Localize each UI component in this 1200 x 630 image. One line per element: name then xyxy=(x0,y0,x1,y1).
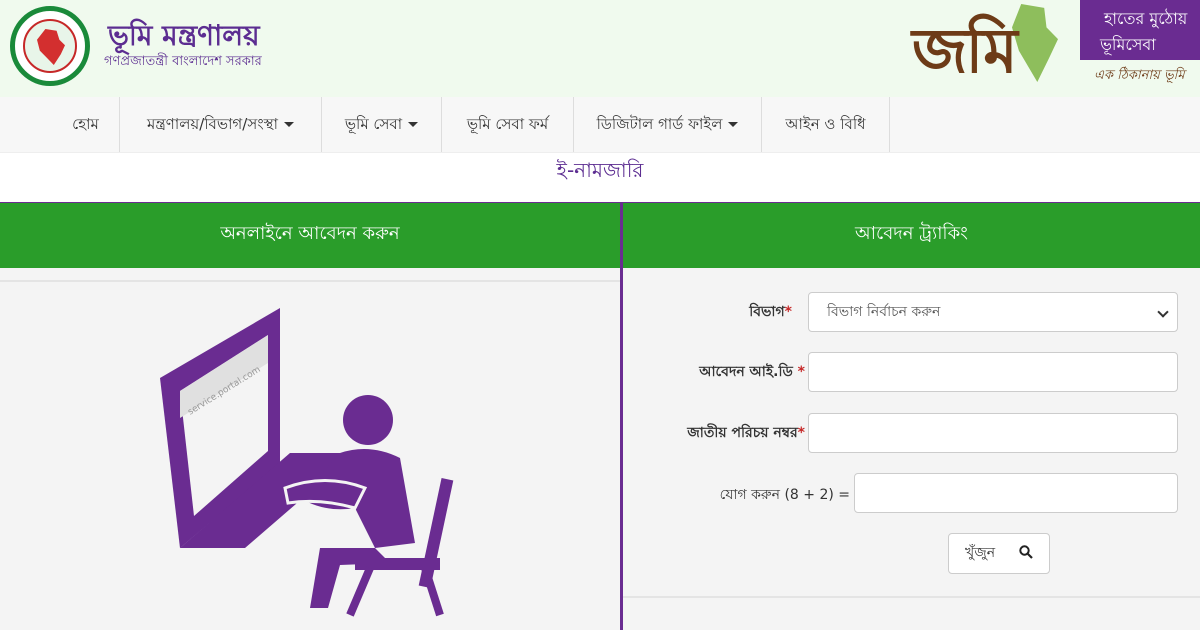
nav-item-law-rules[interactable]: আইন ও বিধি xyxy=(761,97,890,152)
person-at-computer-illustration[interactable]: service.portal.com xyxy=(150,303,470,623)
bangladesh-map-icon xyxy=(37,29,65,65)
division-select[interactable]: বিভাগ নির্বাচন করুন xyxy=(808,292,1178,332)
nav-item-label: ডিজিটাল গার্ড ফাইল xyxy=(596,115,723,133)
division-label: বিভাগ* xyxy=(749,304,792,320)
main-nav: হোম মন্ত্রণালয়/বিভাগ/সংস্থা ভূমি সেবা ভ… xyxy=(0,97,1200,152)
captcha-input[interactable] xyxy=(854,473,1178,513)
nav-item-ministry[interactable]: মন্ত্রণালয়/বিভাগ/সংস্থা xyxy=(119,97,321,152)
nav-item-label: ভূমি সেবা ফর্ম xyxy=(466,115,549,133)
caret-down-icon xyxy=(728,122,739,127)
division-selected-value: বিভাগ নির্বাচন করুন xyxy=(827,304,941,320)
nav-item-label: আইন ও বিধি xyxy=(785,115,866,133)
panel-separator xyxy=(623,596,1200,598)
nav-item-label: ভূমি সেবা xyxy=(344,115,403,133)
site-subtitle: গণপ্রজাতন্ত্রী বাংলাদেশ সরকার xyxy=(104,54,262,69)
apply-online-panel: অনলাইনে আবেদন করুন service.portal.com xyxy=(0,203,620,630)
nav-item-home[interactable]: হোম xyxy=(52,97,119,152)
person-head xyxy=(343,395,393,445)
search-button-label: খুঁজুন xyxy=(965,545,996,561)
nav-item-digital-guard-file[interactable]: ডিজিটাল গার্ড ফাইল xyxy=(573,97,761,152)
bangladesh-map-icon xyxy=(1012,4,1058,82)
nav-item-land-service[interactable]: ভূমি সেবা xyxy=(321,97,441,152)
site-header: ভূমি মন্ত্রণালয় গণপ্রজাতন্ত্রী বাংলাদেশ… xyxy=(0,0,1200,97)
application-id-input[interactable] xyxy=(808,352,1178,392)
nid-label: জাতীয় পরিচয় নম্বর* xyxy=(687,425,805,441)
slogan-tagline: এক ঠিকানায় ভূমি xyxy=(1094,68,1185,83)
slogan-line-2: ভূমিসেবা xyxy=(1100,35,1156,54)
nav-item-label: হোম xyxy=(72,115,99,133)
application-id-label: আবেদন আই.ডি * xyxy=(699,364,805,380)
application-tracking-panel: আবেদন ট্র্যাকিং বিভাগ* বিভাগ নির্বাচন কর… xyxy=(620,203,1200,630)
apply-online-heading[interactable]: অনলাইনে আবেদন করুন xyxy=(0,203,620,268)
application-tracking-heading: আবেদন ট্র্যাকিং xyxy=(623,203,1200,268)
government-seal-logo[interactable] xyxy=(10,6,90,86)
search-icon xyxy=(1019,545,1033,559)
page-title: ই-নামজারি xyxy=(0,152,1200,202)
panel-separator xyxy=(0,280,620,282)
jomi-logo-text: জমি xyxy=(912,14,1018,87)
nid-input[interactable] xyxy=(808,413,1178,453)
person-legs xyxy=(310,548,390,608)
jomi-logo[interactable]: জমি xyxy=(912,4,1058,87)
caret-down-icon xyxy=(408,122,419,127)
caret-down-icon xyxy=(283,122,294,127)
chair-leg xyxy=(346,566,374,617)
slogan-line-1: হাতের মুঠোয় xyxy=(1104,9,1188,28)
chevron-down-icon xyxy=(1157,306,1169,318)
search-button[interactable]: খুঁজুন xyxy=(948,533,1050,574)
nav-item-label: মন্ত্রণালয়/বিভাগ/সংস্থা xyxy=(147,115,278,133)
captcha-label: যোগ করুন (8 + 2) = xyxy=(719,487,850,503)
nav-item-service-form[interactable]: ভূমি সেবা ফর্ম xyxy=(441,97,573,152)
seal-emblem xyxy=(23,19,77,73)
